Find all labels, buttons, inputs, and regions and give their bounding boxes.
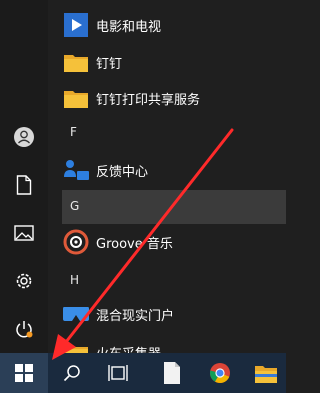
file-icon xyxy=(164,362,180,384)
section-header-g[interactable]: G xyxy=(62,190,286,224)
task-view-icon xyxy=(108,365,128,381)
power-icon xyxy=(16,321,33,338)
start-button[interactable] xyxy=(0,353,48,393)
start-menu-rail xyxy=(0,0,48,353)
task-view-button[interactable] xyxy=(96,353,140,393)
pictures-icon xyxy=(14,225,34,241)
list-item-label: 电影和电视 xyxy=(96,19,162,35)
section-letter: H xyxy=(70,273,80,287)
user-account-button[interactable] xyxy=(0,115,48,159)
app-list: 电影和电视 钉钉 钉钉打印共享服务 F 反馈中心 G Groove 音乐 H 混… xyxy=(48,0,286,353)
chrome-icon xyxy=(209,363,230,383)
list-item-dingtalk[interactable]: 钉钉 xyxy=(48,42,286,82)
section-letter: G xyxy=(70,199,80,213)
file-explorer-icon xyxy=(255,366,277,383)
mixed-reality-icon xyxy=(62,300,90,328)
section-header-f[interactable]: F xyxy=(48,116,286,150)
list-item-dingtalk-print[interactable]: 钉钉打印共享服务 xyxy=(48,78,286,118)
folder-icon xyxy=(62,48,90,76)
user-icon xyxy=(14,127,34,147)
feedback-hub-icon xyxy=(62,156,90,184)
list-item-mixed-reality[interactable]: 混合现实门户 xyxy=(48,294,286,334)
chrome-button[interactable] xyxy=(198,353,242,393)
section-letter: F xyxy=(70,125,77,139)
settings-icon xyxy=(16,273,32,289)
search-icon xyxy=(63,365,80,382)
pictures-button[interactable] xyxy=(0,211,48,255)
power-button[interactable] xyxy=(0,307,48,351)
list-item-label: 钉钉打印共享服务 xyxy=(96,92,201,108)
list-item-movies-tv[interactable]: 电影和电视 xyxy=(48,5,286,45)
groove-music-icon xyxy=(62,228,90,256)
list-item-label: 钉钉 xyxy=(96,56,123,72)
list-item-label: 混合现实门户 xyxy=(96,308,175,324)
list-item-feedback-hub[interactable]: 反馈中心 xyxy=(48,150,286,190)
file-taskbar-button[interactable] xyxy=(150,353,194,393)
list-item-label: 火车采集器 xyxy=(96,343,161,354)
documents-button[interactable] xyxy=(0,163,48,207)
file-explorer-button[interactable] xyxy=(246,353,286,393)
search-button[interactable] xyxy=(50,353,94,393)
list-item-label: Groove 音乐 xyxy=(96,236,173,252)
folder-icon xyxy=(62,84,90,112)
list-item-label: 反馈中心 xyxy=(96,164,149,180)
document-icon xyxy=(16,175,32,195)
section-header-h[interactable]: H xyxy=(48,264,286,298)
movies-tv-icon xyxy=(62,11,90,39)
folder-icon xyxy=(62,338,90,353)
list-item-groove-music[interactable]: Groove 音乐 xyxy=(48,222,286,262)
settings-button[interactable] xyxy=(0,259,48,303)
list-item-train-collector[interactable]: 火车采集器 xyxy=(48,332,286,353)
taskbar xyxy=(0,353,286,393)
windows-start-icon xyxy=(15,364,33,382)
